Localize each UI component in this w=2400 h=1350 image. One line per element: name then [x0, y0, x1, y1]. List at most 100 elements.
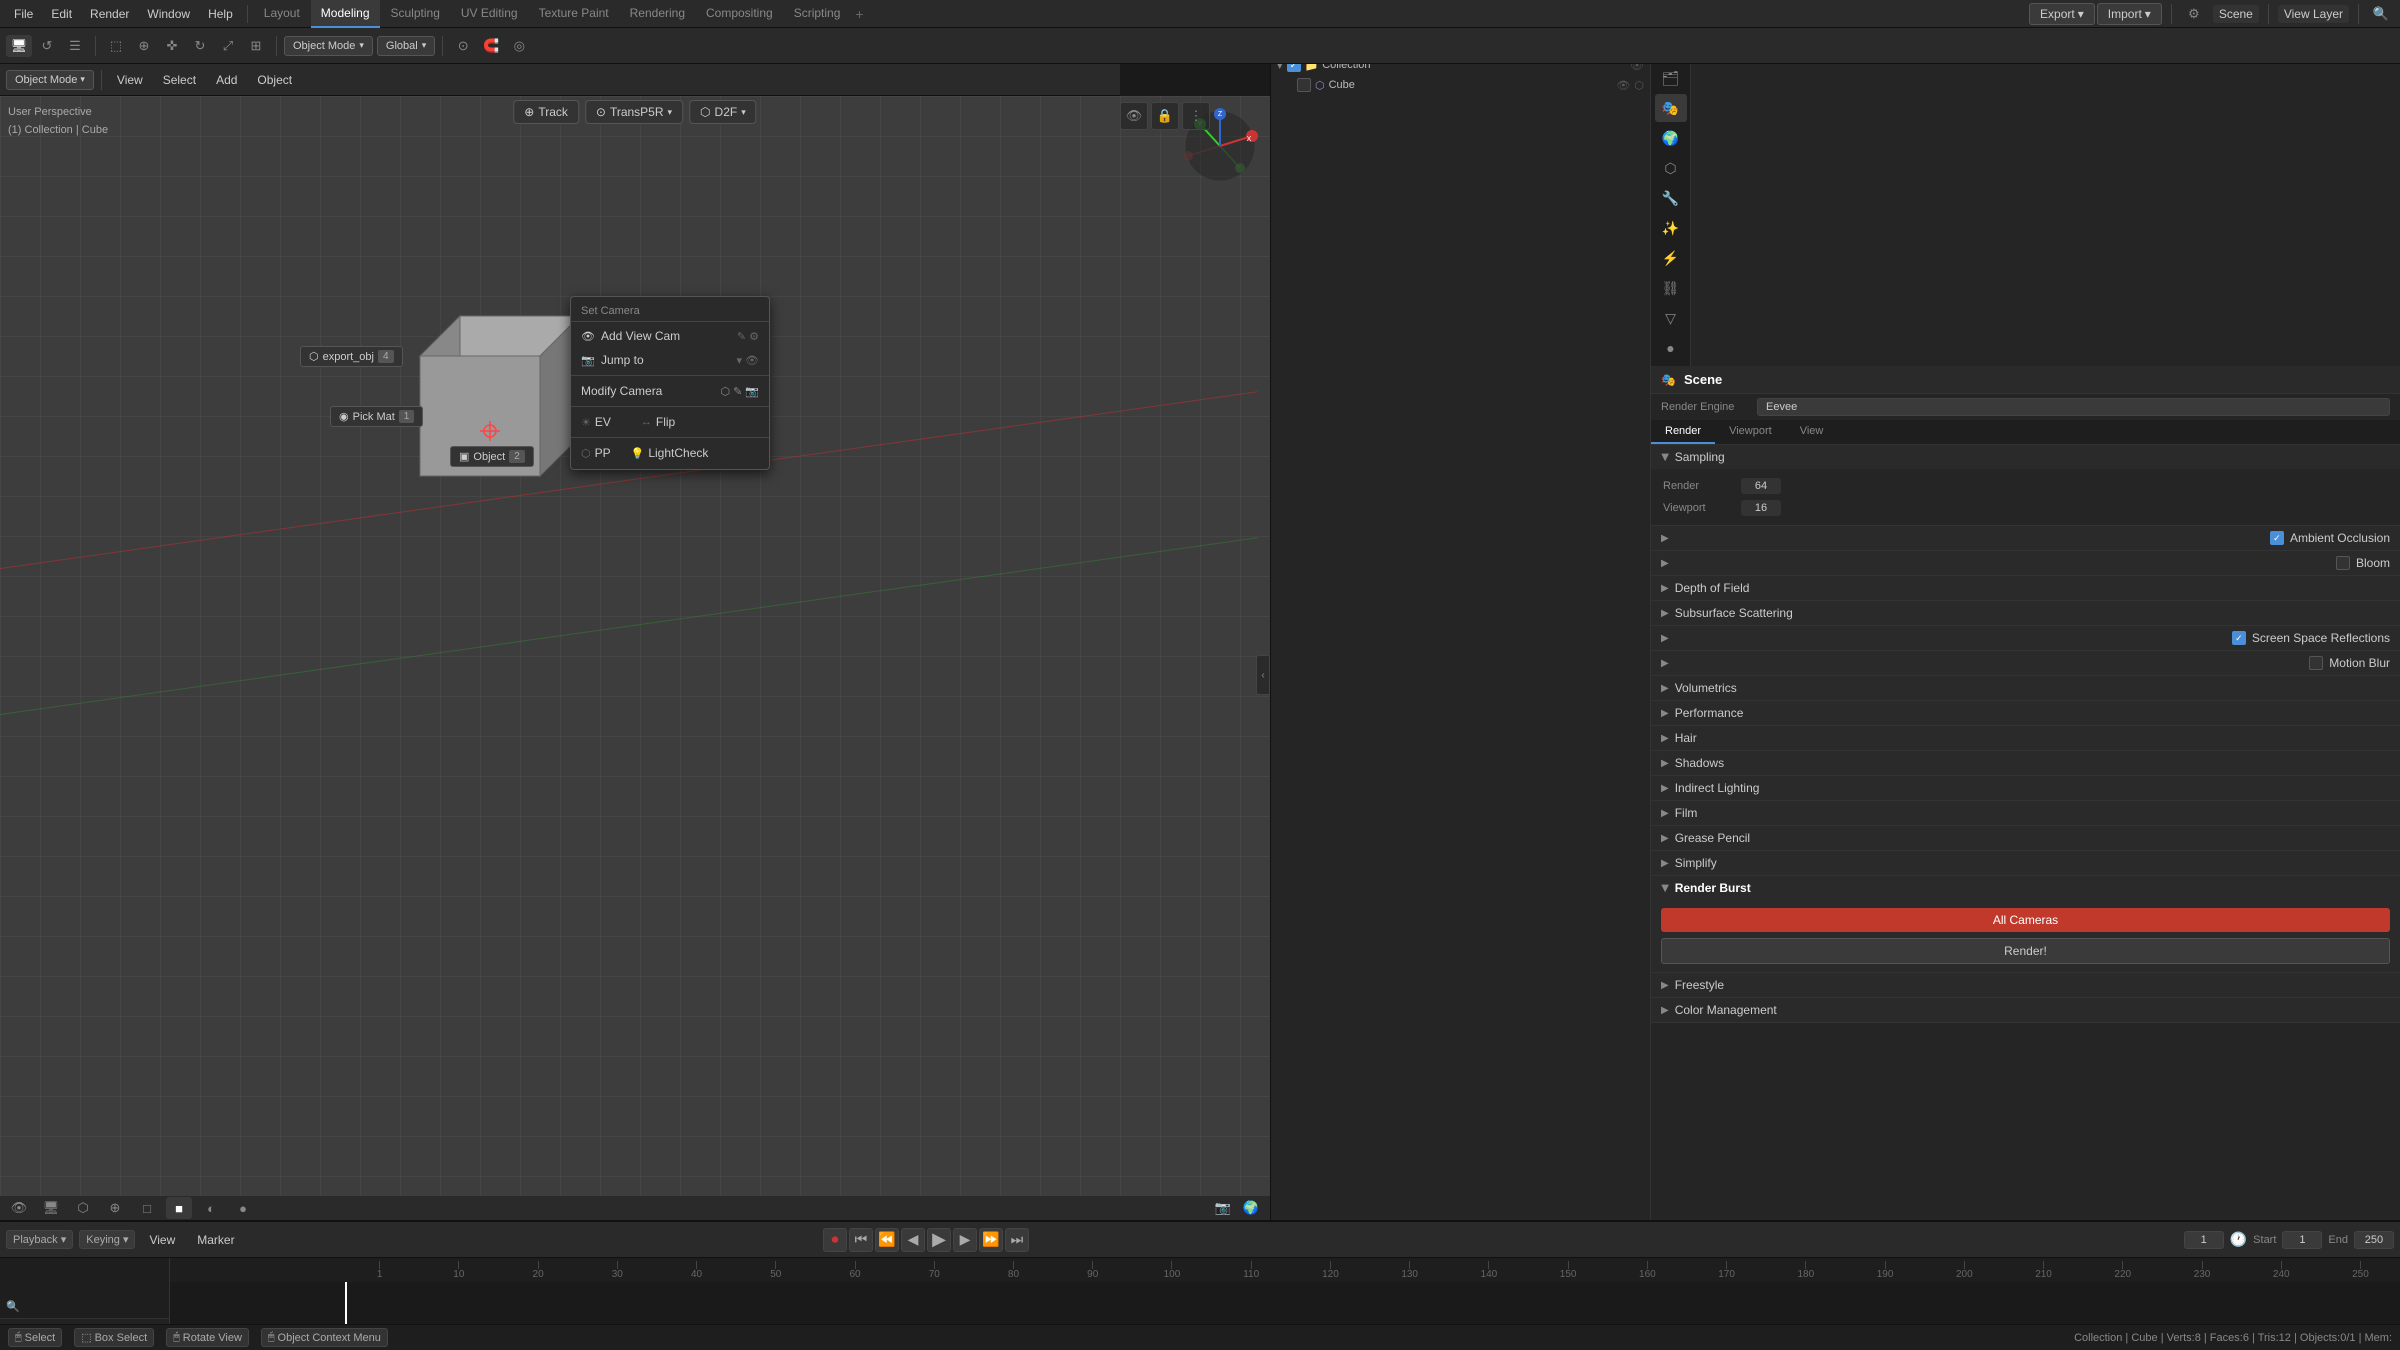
prop-physics-icon[interactable]: ⚡ [1655, 244, 1687, 272]
perf-header[interactable]: ▶ Performance [1651, 701, 2400, 725]
pb-record-btn[interactable]: ⏺ [823, 1228, 847, 1252]
add-cam-settings-icon[interactable]: ⚙ [749, 330, 759, 343]
prop-object-icon[interactable]: ⬡ [1655, 154, 1687, 182]
select-menu[interactable]: Select [155, 71, 204, 89]
pb-prev-frame-btn[interactable]: ⏪ [875, 1228, 899, 1252]
viewport-area[interactable]: User Perspective (1) Collection | Cube ⊕… [0, 96, 1270, 1220]
gizmo-lock-btn[interactable]: 🔒 [1151, 102, 1179, 130]
vp-shading-wire[interactable]: □ [134, 1197, 160, 1219]
rotate-view-btn[interactable]: 🖱 Rotate View [166, 1328, 249, 1347]
vp-overlay-icon[interactable]: ⬡ [70, 1197, 96, 1219]
select-mode-btn[interactable]: 🖱 Select [8, 1328, 62, 1347]
pivot-icon[interactable]: ⊙ [450, 35, 476, 57]
vp-shading-solid[interactable]: ■ [166, 1197, 192, 1219]
gizmo-view-btn[interactable]: 👁 [1120, 102, 1148, 130]
menu-help[interactable]: Help [200, 5, 241, 23]
sampling-header[interactable]: ▶ Sampling [1651, 445, 2400, 469]
prop-constraints-icon[interactable]: ⛓ [1655, 274, 1687, 302]
viewport-icon[interactable]: 🖥 [6, 35, 32, 57]
tab-modeling[interactable]: Modeling [311, 0, 380, 28]
cube-eye-icon[interactable]: 👁 [1616, 79, 1630, 92]
simplify-header[interactable]: ▶ Simplify [1651, 851, 2400, 875]
menu-render[interactable]: Render [82, 5, 137, 23]
lightcheck-group[interactable]: 💡 LightCheck [631, 446, 709, 460]
toolbar-icon-2[interactable]: ☰ [62, 35, 88, 57]
render-burst-header[interactable]: ▶ Render Burst [1651, 876, 2400, 900]
box-select-btn[interactable]: ⬚ Box Select [74, 1328, 154, 1347]
menu-edit[interactable]: Edit [43, 5, 80, 23]
ao-checkbox[interactable]: ✓ [2270, 531, 2284, 545]
pick-mat-label[interactable]: ◉ Pick Mat 1 [330, 406, 423, 427]
render-engine-value[interactable]: Eevee [1757, 398, 2390, 416]
object-mode-btn[interactable]: Object Mode ▾ [6, 70, 94, 90]
tab-compositing[interactable]: Compositing [696, 0, 783, 28]
tab-render[interactable]: Render [1651, 420, 1715, 444]
view-layer[interactable]: View Layer [2278, 5, 2349, 23]
tab-layout[interactable]: Layout [254, 0, 310, 28]
modify-camera-item[interactable]: Modify Camera ⬡ ✎ 📷 [571, 379, 769, 403]
vp-view-icon[interactable]: 🖥 [38, 1197, 64, 1219]
jump-to-item[interactable]: 📷 Jump to ▾ 👁 [571, 348, 769, 372]
vp-camera-icon[interactable]: 📷 [1210, 1197, 1236, 1219]
rotate-icon[interactable]: ↻ [187, 35, 213, 57]
dof-header[interactable]: ▶ Depth of Field [1651, 576, 2400, 600]
bloom-checkbox[interactable] [2336, 556, 2350, 570]
transpsr-button[interactable]: ⊙ TransP5R ▾ [585, 100, 683, 124]
global-dropdown[interactable]: Global ▾ [377, 36, 435, 56]
pb-skip-end-btn[interactable]: ⏭ [1005, 1228, 1029, 1252]
hair-header[interactable]: ▶ Hair [1651, 726, 2400, 750]
prop-material-icon[interactable]: ● [1655, 334, 1687, 362]
object-menu[interactable]: Object [249, 71, 300, 89]
bloom-header[interactable]: ▶ Bloom [1651, 551, 2400, 575]
add-menu[interactable]: Add [208, 71, 245, 89]
mb-header[interactable]: ▶ Motion Blur [1651, 651, 2400, 675]
cam-icon-3[interactable]: 📷 [745, 385, 759, 398]
ssr-checkbox[interactable]: ✓ [2232, 631, 2246, 645]
jump-chevron-icon[interactable]: ▾ [737, 354, 743, 367]
all-cameras-button[interactable]: All Cameras [1661, 908, 2390, 932]
toolbar-icon-1[interactable]: ↺ [34, 35, 60, 57]
object-label[interactable]: ▣ Object 2 [450, 446, 534, 467]
current-frame-field[interactable]: 1 [2184, 1231, 2224, 1249]
prop-scene-icon[interactable]: 🎭 [1655, 94, 1687, 122]
tl-view-menu[interactable]: View [141, 1231, 183, 1249]
sampling-render-value[interactable]: 64 [1741, 478, 1781, 494]
prop-modifier-icon[interactable]: 🔧 [1655, 184, 1687, 212]
tab-rendering[interactable]: Rendering [620, 0, 695, 28]
ev-group[interactable]: ☀ EV [581, 415, 611, 429]
pb-play-btn[interactable]: ▶ [927, 1228, 951, 1252]
export-button[interactable]: Export ▾ [2029, 3, 2095, 25]
move-icon[interactable]: ✜ [159, 35, 185, 57]
start-frame-field[interactable]: 1 [2282, 1231, 2322, 1249]
scene-name[interactable]: Scene [2213, 5, 2259, 23]
flip-group[interactable]: ↔ Flip [641, 415, 675, 429]
end-frame-field[interactable]: 250 [2354, 1231, 2394, 1249]
vp-world-icon[interactable]: 🌍 [1238, 1197, 1264, 1219]
cam-icon-2[interactable]: ✎ [733, 385, 742, 398]
tab-sculpting[interactable]: Sculpting [381, 0, 450, 28]
mode-dropdown[interactable]: Object Mode ▾ [284, 36, 373, 56]
add-workspace-btn[interactable]: + [855, 6, 863, 22]
panel-toggle[interactable]: ‹ [1256, 655, 1270, 695]
tl-marker-menu[interactable]: Marker [189, 1231, 242, 1249]
il-header[interactable]: ▶ Indirect Lighting [1651, 776, 2400, 800]
tab-texture-paint[interactable]: Texture Paint [529, 0, 619, 28]
view-menu[interactable]: View [109, 71, 151, 89]
sampling-viewport-value[interactable]: 16 [1741, 500, 1781, 516]
vp-select-icon[interactable]: 👁 [6, 1197, 32, 1219]
scale-icon[interactable]: ⤢ [215, 35, 241, 57]
prop-particles-icon[interactable]: ✨ [1655, 214, 1687, 242]
vol-header[interactable]: ▶ Volumetrics [1651, 676, 2400, 700]
prop-data-icon[interactable]: ▽ [1655, 304, 1687, 332]
gizmo-more-btn[interactable]: ⋮ [1182, 102, 1210, 130]
tl-search[interactable]: 🔍 [0, 1294, 170, 1318]
sss-header[interactable]: ▶ Subsurface Scattering [1651, 601, 2400, 625]
proportional-icon[interactable]: ◎ [506, 35, 532, 57]
tl-keying-btn[interactable]: Keying ▾ [79, 1230, 135, 1249]
menu-file[interactable]: File [6, 5, 41, 23]
add-view-cam-item[interactable]: 👁 Add View Cam ✎ ⚙ [571, 324, 769, 348]
transform-icon[interactable]: ⊞ [243, 35, 269, 57]
film-header[interactable]: ▶ Film [1651, 801, 2400, 825]
mb-checkbox[interactable] [2309, 656, 2323, 670]
cam-icon-1[interactable]: ⬡ [720, 385, 730, 398]
